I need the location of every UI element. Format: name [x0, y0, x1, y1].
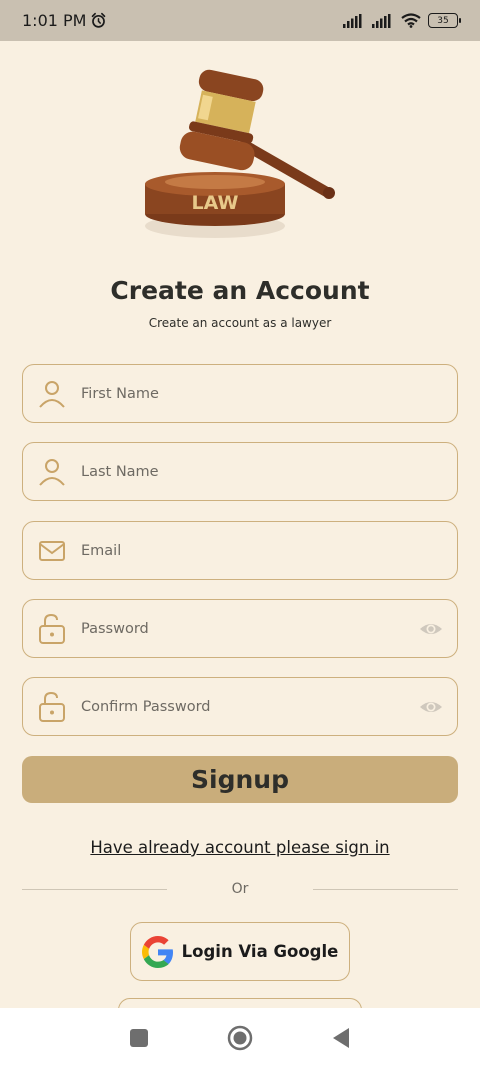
password-input[interactable]: Password — [81, 621, 149, 637]
gavel-icon: LAW — [145, 69, 335, 238]
wifi-icon — [401, 13, 421, 28]
confirm-password-field[interactable]: Confirm Password — [22, 677, 458, 736]
email-field[interactable]: Email — [22, 521, 458, 580]
first-name-input[interactable]: First Name — [81, 386, 159, 402]
signal-icon — [343, 13, 362, 28]
google-icon — [141, 935, 173, 968]
back-icon[interactable] — [326, 1023, 356, 1053]
confirm-password-input[interactable]: Confirm Password — [81, 699, 211, 715]
divider-right — [313, 889, 458, 890]
navigation-bar — [0, 1008, 480, 1067]
battery-level: 35 — [437, 15, 449, 26]
battery-icon: 35 — [428, 13, 461, 28]
page-title: Create an Account — [110, 276, 370, 305]
google-login-button[interactable]: Login Via Google — [130, 922, 350, 981]
last-name-field[interactable]: Last Name — [22, 442, 458, 501]
user-icon — [37, 457, 67, 487]
password-field[interactable]: Password — [22, 599, 458, 658]
signal-icon — [372, 13, 391, 28]
eye-icon[interactable] — [419, 695, 443, 719]
status-bar: 1:01 PM 35 — [0, 0, 480, 41]
recents-icon[interactable] — [124, 1023, 154, 1053]
alarm-icon — [92, 12, 106, 28]
lock-icon — [37, 613, 67, 644]
page-subtitle: Create an account as a lawyer — [148, 316, 332, 330]
mail-icon — [37, 536, 67, 566]
eye-icon[interactable] — [419, 617, 443, 641]
home-icon[interactable] — [225, 1023, 255, 1053]
last-name-input[interactable]: Last Name — [81, 464, 159, 480]
email-input[interactable]: Email — [81, 543, 121, 559]
lock-icon — [37, 691, 67, 722]
status-time: 1:01 PM — [22, 11, 87, 30]
first-name-field[interactable]: First Name — [22, 364, 458, 423]
signin-link[interactable]: Have already account please sign in — [0, 838, 480, 857]
logo-text: LAW — [192, 192, 239, 214]
signup-button[interactable]: Signup — [22, 756, 458, 803]
user-icon — [37, 379, 67, 409]
google-login-label: Login Via Google — [181, 942, 339, 961]
